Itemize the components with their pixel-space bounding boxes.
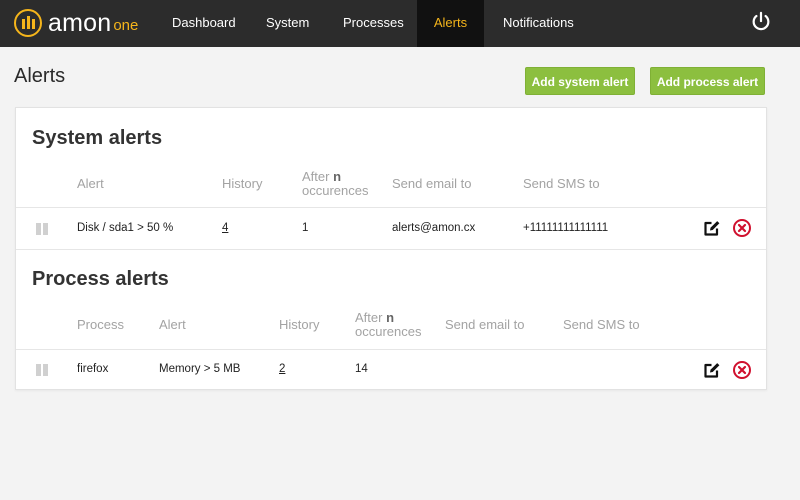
system-header-email: Send email to — [392, 176, 472, 191]
process-header-alert: Alert — [159, 317, 186, 332]
process-header-sms: Send SMS to — [563, 317, 640, 332]
nav-notifications[interactable]: Notifications — [503, 0, 574, 47]
edit-icon[interactable] — [702, 218, 722, 238]
process-header-history: History — [279, 317, 320, 332]
add-system-alert-button[interactable]: Add system alert — [525, 67, 635, 95]
delete-icon[interactable] — [732, 360, 752, 380]
system-alert-sms: +11111111111111 — [523, 222, 609, 234]
process-alert-history-link[interactable]: 2 — [279, 363, 285, 375]
process-header-process: Process — [77, 317, 124, 332]
process-alert-condition: Memory > 5 MB — [159, 363, 241, 375]
system-alert-history-link[interactable]: 4 — [222, 222, 228, 234]
nav-alerts[interactable]: Alerts — [417, 0, 484, 47]
process-header-email: Send email to — [445, 317, 525, 332]
page-title: Alerts — [14, 65, 66, 87]
process-alerts-title: Process alerts — [32, 268, 169, 290]
nav-system[interactable]: System — [266, 0, 309, 47]
nav-processes[interactable]: Processes — [343, 0, 404, 47]
drag-handle-icon[interactable] — [36, 364, 48, 376]
logo-text: amon — [48, 9, 112, 37]
system-header-alert: Alert — [77, 176, 104, 191]
process-alert-after: 14 — [355, 363, 368, 375]
edit-icon[interactable] — [702, 360, 722, 380]
alerts-panel: System alerts Alert History After n occu… — [15, 107, 767, 390]
system-alert-condition: Disk / sda1 > 50 % — [77, 222, 174, 234]
logo-subtext: one — [113, 17, 139, 34]
logo-icon — [14, 9, 42, 37]
top-nav-bar: amon one Dashboard System Processes Aler… — [0, 0, 800, 47]
system-alert-email: alerts@amon.cx — [392, 222, 476, 234]
system-alerts-title: System alerts — [32, 127, 163, 149]
divider — [16, 207, 766, 208]
logo[interactable]: amon one — [14, 9, 138, 37]
system-alert-after: 1 — [302, 222, 309, 234]
add-process-alert-button[interactable]: Add process alert — [650, 67, 765, 95]
process-name: firefox — [77, 363, 109, 375]
divider — [16, 349, 766, 350]
delete-icon[interactable] — [732, 218, 752, 238]
system-header-history: History — [222, 176, 263, 191]
drag-handle-icon[interactable] — [36, 223, 48, 235]
process-header-after: After n occurences — [355, 310, 422, 339]
system-header-after: After n occurences — [302, 169, 369, 198]
power-icon[interactable] — [750, 11, 772, 33]
system-header-sms: Send SMS to — [523, 176, 600, 191]
divider — [16, 249, 766, 250]
nav-dashboard[interactable]: Dashboard — [172, 0, 236, 47]
